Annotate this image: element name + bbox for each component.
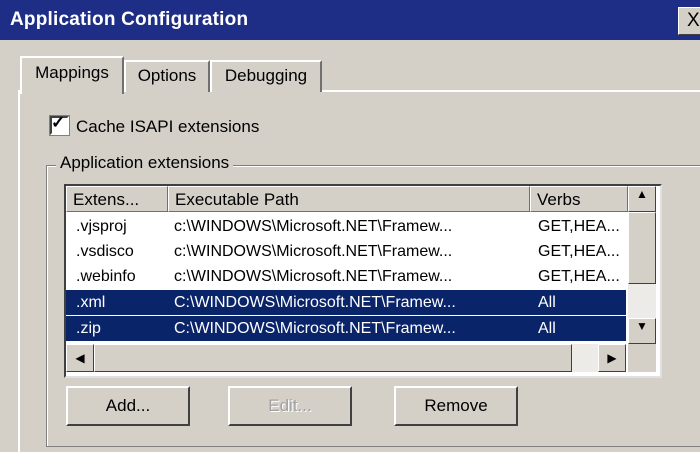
tab-debugging-label: Debugging: [224, 66, 308, 85]
close-icon: X: [687, 10, 700, 31]
arrow-up-icon: ▲: [636, 187, 648, 201]
column-header-executable-path[interactable]: Executable Path: [168, 186, 530, 212]
edit-button-label: Edit...: [268, 396, 312, 415]
row-extension: .xml: [76, 294, 106, 311]
scrollbar-corner: [628, 344, 656, 372]
row-verbs: GET,HEA...: [538, 268, 620, 285]
row-verbs: GET,HEA...: [538, 243, 620, 260]
tab-options-label: Options: [137, 66, 197, 85]
remove-button[interactable]: Remove: [394, 386, 518, 426]
table-row[interactable]: .webinfo c:\WINDOWS\Microsoft.NET\Framew…: [66, 264, 626, 289]
column-header-verbs-label: Verbs: [537, 190, 581, 209]
column-header-extension[interactable]: Extens...: [66, 186, 168, 212]
checkmark-icon: ✓: [51, 113, 66, 132]
row-path: C:\WINDOWS\Microsoft.NET\Framew...: [174, 320, 456, 337]
scroll-up-button[interactable]: ▲: [628, 186, 656, 212]
scroll-right-button[interactable]: ▶: [598, 344, 626, 372]
edit-button[interactable]: Edit...: [228, 386, 352, 426]
vertical-scroll-thumb[interactable]: [628, 212, 656, 284]
row-verbs: All: [538, 320, 556, 337]
title-bar: Application Configuration X: [0, 0, 700, 40]
window-title: Application Configuration: [10, 9, 249, 30]
row-extension: .vjsproj: [76, 218, 127, 235]
application-extensions-label: Application extensions: [56, 153, 234, 173]
row-path: C:\WINDOWS\Microsoft.NET\Framew...: [174, 294, 456, 311]
table-row-selected[interactable]: .zip C:\WINDOWS\Microsoft.NET\Framew... …: [66, 316, 626, 341]
row-path: c:\WINDOWS\Microsoft.NET\Framew...: [174, 243, 453, 260]
close-button[interactable]: X: [678, 7, 700, 35]
scroll-left-button[interactable]: ◀: [66, 344, 94, 372]
table-row[interactable]: .vsdisco c:\WINDOWS\Microsoft.NET\Framew…: [66, 239, 626, 264]
row-verbs: All: [538, 294, 556, 311]
row-extension: .webinfo: [76, 268, 136, 285]
cache-isapi-checkbox[interactable]: ✓: [49, 113, 70, 136]
column-header-verbs[interactable]: Verbs: [530, 186, 628, 212]
tab-mappings-label: Mappings: [35, 63, 109, 82]
arrow-left-icon: ◀: [75, 351, 85, 365]
arrow-down-icon: ▼: [636, 319, 648, 333]
table-row-selected[interactable]: .xml C:\WINDOWS\Microsoft.NET\Framew... …: [66, 290, 626, 315]
horizontal-scroll-thumb[interactable]: [94, 344, 572, 372]
cache-isapi-label[interactable]: Cache ISAPI extensions: [76, 117, 259, 137]
table-row[interactable]: .vjsproj c:\WINDOWS\Microsoft.NET\Framew…: [66, 214, 626, 239]
row-path: c:\WINDOWS\Microsoft.NET\Framew...: [174, 268, 453, 285]
column-header-extension-label: Extens...: [73, 190, 140, 209]
tab-options[interactable]: Options: [124, 60, 210, 92]
arrow-right-icon: ▶: [607, 351, 617, 365]
row-extension: .vsdisco: [76, 243, 134, 260]
row-path: c:\WINDOWS\Microsoft.NET\Framew...: [174, 218, 453, 235]
tab-debugging[interactable]: Debugging: [210, 60, 322, 92]
tab-mappings[interactable]: Mappings: [20, 56, 124, 94]
add-button[interactable]: Add...: [66, 386, 190, 426]
column-header-path-label: Executable Path: [175, 190, 299, 209]
scroll-down-button[interactable]: ▼: [628, 318, 656, 344]
row-extension: .zip: [76, 320, 101, 337]
remove-button-label: Remove: [424, 396, 488, 415]
row-verbs: GET,HEA...: [538, 218, 620, 235]
add-button-label: Add...: [105, 396, 151, 415]
